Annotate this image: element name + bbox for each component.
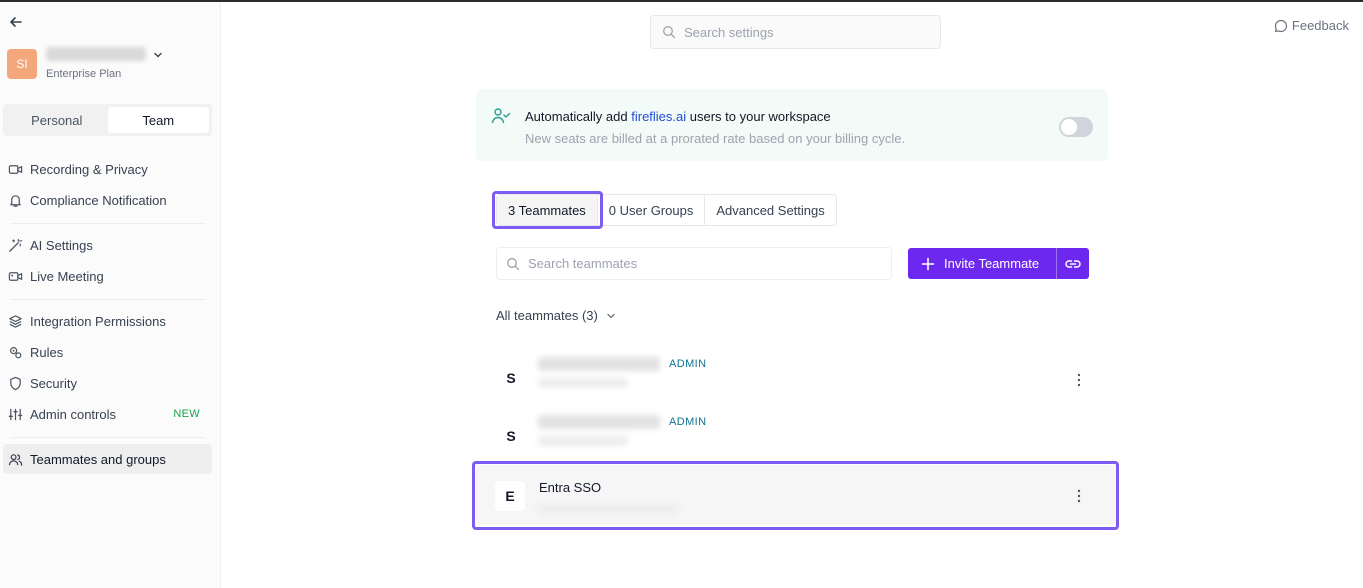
shield-icon xyxy=(10,376,21,390)
sidebar-item-rules[interactable]: Rules xyxy=(3,337,212,367)
account-name-redacted[interactable] xyxy=(46,47,146,61)
new-badge: NEW xyxy=(173,408,200,420)
sidebar-item-live-meeting[interactable]: Live Meeting xyxy=(3,261,212,291)
sidebar-item-label: AI Settings xyxy=(30,237,93,253)
sidebar-item-label: Teammates and groups xyxy=(30,451,166,467)
bell-icon xyxy=(10,194,21,207)
sidebar-item-integration-permissions[interactable]: Integration Permissions xyxy=(3,306,212,336)
auto-add-toggle[interactable] xyxy=(1059,117,1093,137)
chevron-down-icon xyxy=(607,313,615,318)
teammate-name: Entra SSO xyxy=(539,480,602,495)
sidebar-item-ai-settings[interactable]: AI Settings xyxy=(3,230,212,260)
sidebar-item-admin-controls[interactable]: Admin controls NEW xyxy=(3,399,212,429)
account-avatar[interactable]: SI xyxy=(7,49,37,79)
teammate-email-redacted xyxy=(538,504,678,514)
teammates-tabs: 3 Teammates 0 User Groups Advanced Setti… xyxy=(496,194,837,226)
nav-divider xyxy=(10,299,205,300)
users-icon xyxy=(8,453,23,466)
teammate-row[interactable]: S ADMIN xyxy=(496,351,1094,409)
nav-divider xyxy=(10,223,205,224)
user-check-icon xyxy=(491,107,511,125)
fireflies-link[interactable]: fireflies.ai xyxy=(631,109,686,124)
account-plan: Enterprise Plan xyxy=(46,68,122,80)
banner-title-prefix: Automatically add xyxy=(525,109,632,124)
admin-badge: ADMIN xyxy=(669,358,707,370)
layers-icon xyxy=(9,314,22,328)
sidebar-item-label: Live Meeting xyxy=(30,268,104,284)
teammate-email-redacted xyxy=(538,436,628,446)
chat-bubble-icon xyxy=(1274,19,1287,32)
banner-title: Automatically add fireflies.ai users to … xyxy=(525,109,831,124)
invite-teammate-group: Invite Teammate xyxy=(908,248,1089,279)
feedback-button[interactable]: Feedback xyxy=(1274,18,1349,33)
personal-team-switch: Personal Team xyxy=(3,104,212,136)
sidebar-item-recording-privacy[interactable]: Recording & Privacy xyxy=(3,154,212,184)
segment-team[interactable]: Team xyxy=(107,107,209,133)
live-video-icon xyxy=(8,271,23,281)
teammate-row[interactable]: E Entra SSO xyxy=(476,465,1116,525)
sidebar-item-label: Integration Permissions xyxy=(30,313,166,329)
sidebar-item-label: Admin controls xyxy=(30,406,116,422)
search-settings-field[interactable] xyxy=(650,15,941,49)
video-icon xyxy=(8,164,23,174)
back-arrow-icon[interactable] xyxy=(8,14,24,30)
teammate-row[interactable]: S ADMIN xyxy=(496,409,1094,467)
sidebar-item-label: Rules xyxy=(30,344,64,360)
more-vertical-icon[interactable] xyxy=(1073,488,1085,504)
magic-wand-icon xyxy=(9,238,23,252)
search-teammates-field[interactable] xyxy=(496,247,892,280)
banner-title-suffix: users to your workspace xyxy=(686,109,831,124)
plus-icon xyxy=(921,257,935,270)
more-vertical-icon[interactable] xyxy=(1073,372,1085,388)
teammate-email-redacted xyxy=(538,378,628,388)
invite-teammate-button[interactable]: Invite Teammate xyxy=(908,248,1056,279)
sidebar: SI Enterprise Plan Personal Team Recordi… xyxy=(0,2,221,588)
invite-teammate-label: Invite Teammate xyxy=(944,256,1040,271)
teammate-initial: S xyxy=(506,428,516,444)
sliders-icon xyxy=(8,408,23,420)
link-icon xyxy=(1065,259,1081,268)
tab-teammates[interactable]: 3 Teammates xyxy=(497,195,598,225)
banner-subtitle: New seats are billed at a prorated rate … xyxy=(525,131,906,146)
teammate-initial: E xyxy=(495,481,525,511)
teammates-filter-dropdown[interactable]: All teammates (3) xyxy=(496,308,616,323)
sidebar-item-label: Compliance Notification xyxy=(30,192,167,208)
search-settings-input[interactable] xyxy=(684,24,914,40)
invite-link-button[interactable] xyxy=(1056,248,1089,279)
sidebar-item-label: Security xyxy=(30,375,77,391)
feedback-label: Feedback xyxy=(1291,18,1349,33)
search-teammates-input[interactable] xyxy=(528,256,758,271)
gears-icon xyxy=(10,346,22,358)
filter-label: All teammates (3) xyxy=(496,308,598,323)
sidebar-item-security[interactable]: Security xyxy=(3,368,212,398)
teammate-name-redacted xyxy=(538,415,660,429)
sidebar-item-compliance-notification[interactable]: Compliance Notification xyxy=(3,185,212,215)
chevron-down-icon[interactable] xyxy=(152,49,164,61)
admin-badge: ADMIN xyxy=(669,416,707,428)
sidebar-item-teammates-groups[interactable]: Teammates and groups xyxy=(3,444,212,474)
search-icon xyxy=(663,26,676,39)
teammate-name-redacted xyxy=(538,357,660,371)
tab-user-groups[interactable]: 0 User Groups xyxy=(598,195,706,225)
segment-personal[interactable]: Personal xyxy=(6,107,108,133)
teammate-initial: S xyxy=(506,370,516,386)
search-icon xyxy=(507,257,520,270)
auto-add-banner: Automatically add fireflies.ai users to … xyxy=(476,89,1108,161)
toggle-knob xyxy=(1061,119,1077,135)
sidebar-item-label: Recording & Privacy xyxy=(30,161,148,177)
nav-divider xyxy=(10,437,205,438)
tab-advanced-settings[interactable]: Advanced Settings xyxy=(705,195,835,225)
